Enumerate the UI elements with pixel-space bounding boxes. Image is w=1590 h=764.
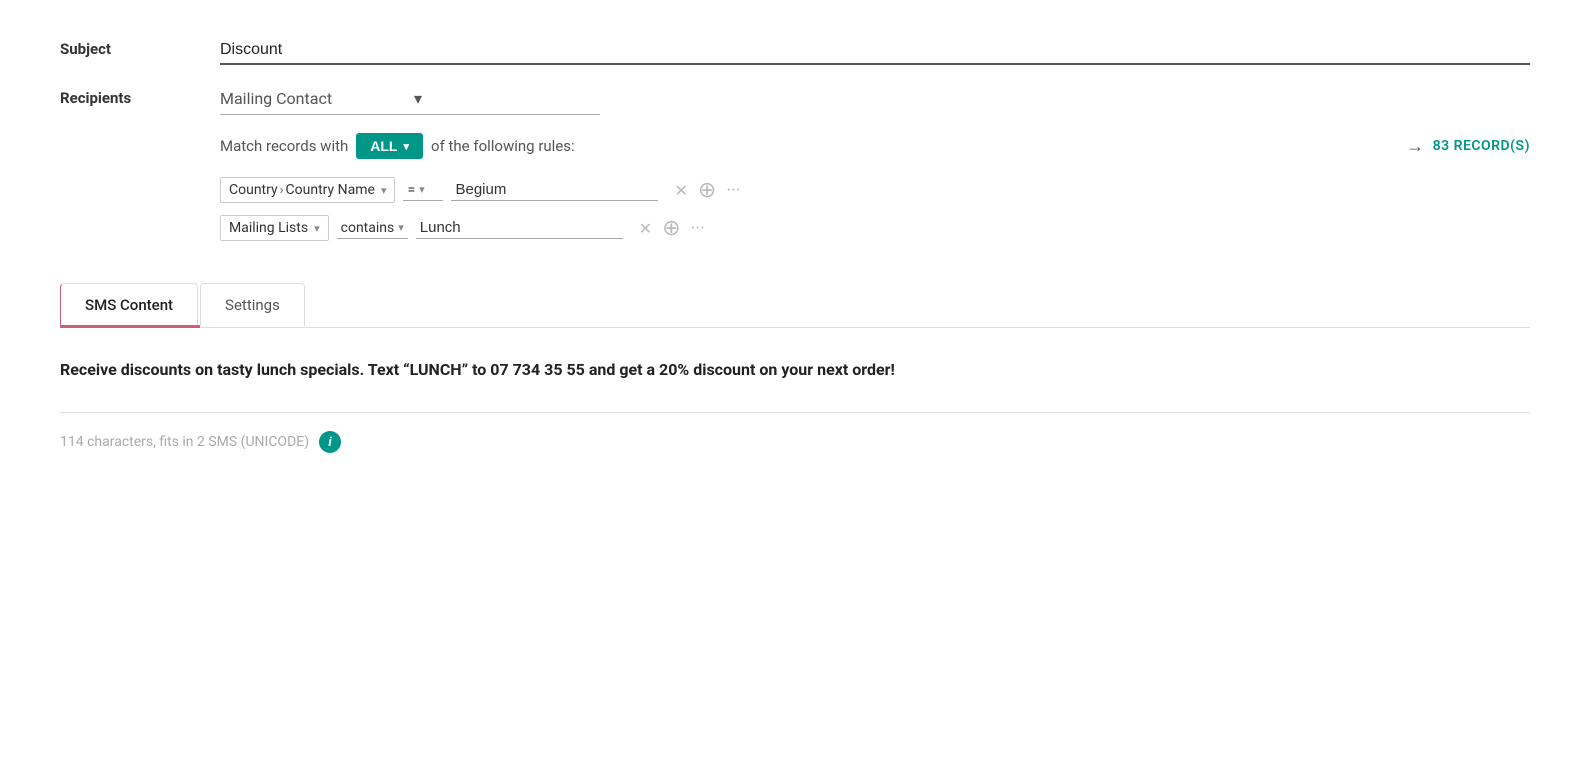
filter-actions-2: ✕ ⊕ ··· [639,216,705,241]
match-prefix-text: Match records with [220,137,348,155]
filter-field-mailing-lists[interactable]: Mailing Lists ▾ [220,215,329,241]
filter-operator-contains-label: contains [341,220,395,236]
subject-input[interactable] [220,41,1530,65]
filter-breadcrumb-icon: › [280,183,284,198]
tab-sms-content[interactable]: SMS Content [60,283,198,328]
filter-add-1-icon[interactable]: ⊕ [698,178,716,203]
records-link[interactable]: → 83 RECORD(S) [1406,136,1530,157]
recipients-row: Recipients Mailing Contact ▾ Match recor… [60,89,1530,253]
tab-settings-wrapper: Settings [200,283,307,327]
tab-settings[interactable]: Settings [200,283,305,326]
tab-settings-label: Settings [225,296,280,314]
filter-add-2-icon[interactable]: ⊕ [662,216,680,241]
sms-meta-row: 114 characters, fits in 2 SMS (UNICODE) … [60,431,1530,453]
filter-operator-contains-chevron-icon: ▾ [398,221,404,234]
recipients-label: Recipients [60,89,220,107]
filter-field-mailing-lists-chevron-icon: ▾ [314,222,320,235]
all-button-arrow-icon: ▾ [403,140,409,153]
match-suffix-text: of the following rules: [431,137,575,155]
tab-active-underline [60,326,200,328]
filter-remove-1-icon[interactable]: ✕ [674,181,687,200]
sms-content-section: Receive discounts on tasty lunch special… [60,328,1530,473]
filter-more-2-icon[interactable]: ··· [691,218,705,239]
filter-row-1: Country › Country Name ▾ = ▾ ✕ ⊕ ··· [220,177,1530,203]
filter-field-chevron-icon: ▾ [381,184,387,197]
filter-value-country[interactable] [451,179,658,201]
filter-field-mailing-lists-label: Mailing Lists [229,220,308,236]
records-count: 83 RECORD(S) [1433,138,1530,154]
sms-character-count: 114 characters, fits in 2 SMS (UNICODE) [60,434,309,450]
page-wrapper: Subject Recipients Mailing Contact ▾ Mat… [0,0,1590,513]
filter-value-mailing-lists[interactable] [416,217,623,239]
subject-row: Subject [60,40,1530,65]
sms-body-text: Receive discounts on tasty lunch special… [60,358,1530,382]
filter-field-country[interactable]: Country › Country Name ▾ [220,177,395,203]
filter-operator-chevron-icon: ▾ [419,183,425,196]
recipients-dropdown-value: Mailing Contact [220,89,406,108]
tab-sms-content-label: SMS Content [85,296,173,314]
recipients-dropdown[interactable]: Mailing Contact ▾ [220,89,600,115]
filter-row-2: Mailing Lists ▾ contains ▾ ✕ ⊕ ··· [220,215,1530,241]
all-button[interactable]: ALL ▾ [356,133,423,159]
filter-operator-eq-label: = [407,182,415,198]
info-icon[interactable]: i [319,431,341,453]
recipients-dropdown-arrow-icon: ▾ [414,89,600,108]
filter-field-country-name-label: Country Name [286,182,375,198]
records-arrow-icon: → [1406,136,1425,157]
filter-operator-eq[interactable]: = ▾ [403,180,443,201]
recipients-content: Mailing Contact ▾ Match records with ALL… [220,89,1530,253]
subject-value [220,40,1530,65]
tabs-list: SMS Content Settings [60,283,1530,327]
filter-operator-contains[interactable]: contains ▾ [337,218,408,239]
tab-sms-content-wrapper: SMS Content [60,283,200,327]
filter-actions-1: ✕ ⊕ ··· [674,178,740,203]
match-row: Match records with ALL ▾ of the followin… [220,133,1530,159]
all-button-label: ALL [370,138,397,154]
filter-remove-2-icon[interactable]: ✕ [639,219,652,238]
filter-more-1-icon[interactable]: ··· [726,180,740,201]
tabs-section: SMS Content Settings [60,283,1530,328]
subject-label: Subject [60,40,220,58]
sms-divider [60,412,1530,413]
filter-field-country-label: Country [229,182,278,198]
